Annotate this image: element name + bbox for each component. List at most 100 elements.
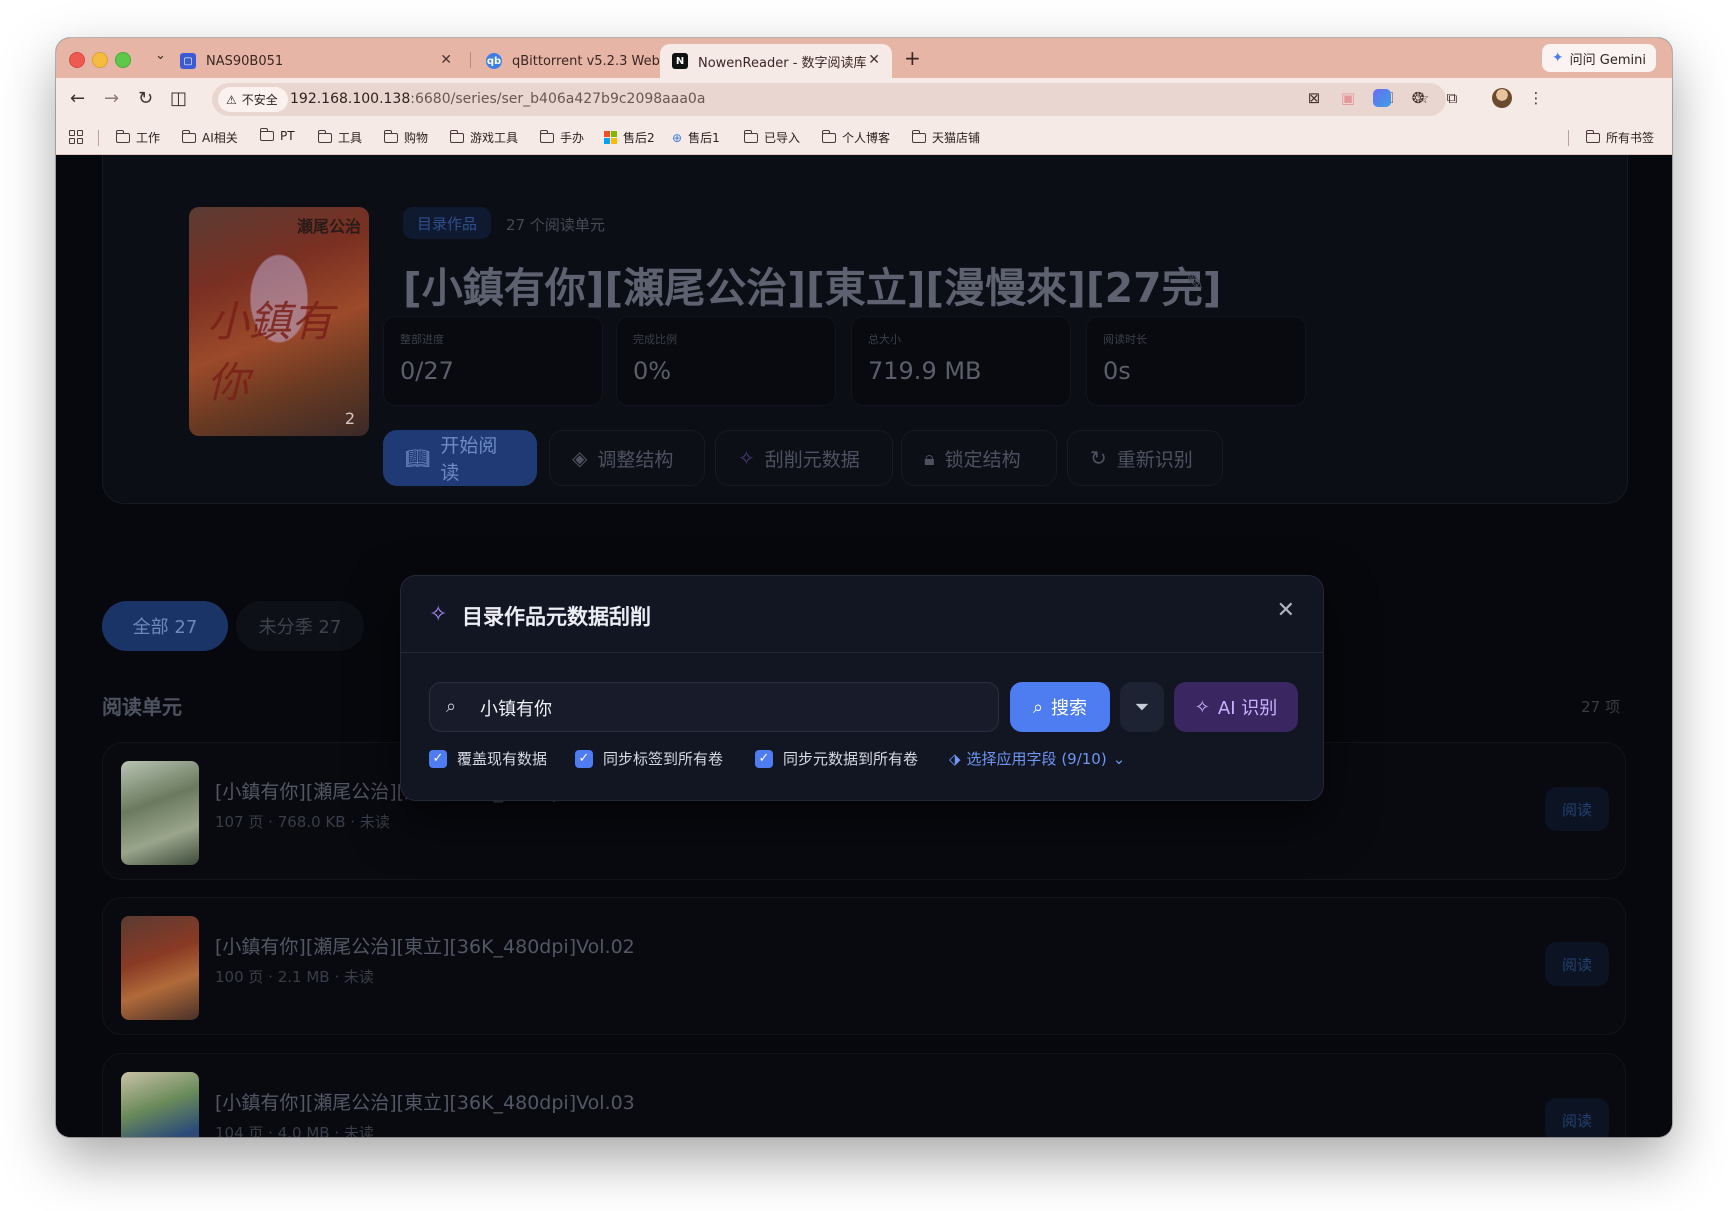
rescan-button[interactable]: ↻ 重新识别 <box>1067 430 1223 486</box>
sparkle-icon: ✧ <box>738 446 755 470</box>
search-icon: ⌕ <box>1032 696 1044 718</box>
close-tab-icon[interactable]: ✕ <box>868 52 880 68</box>
folder-icon <box>317 129 332 143</box>
browser-window: ⌄ ▢ NAS90B051 ✕ qb qBittorrent v5.2.3 We… <box>56 38 1672 1137</box>
site-info-chip[interactable]: ⚠ 不安全 <box>218 87 288 112</box>
read-button[interactable]: 阅读 <box>1545 942 1609 986</box>
volume-thumbnail <box>121 761 199 865</box>
globe-icon: ⊕ <box>672 130 683 145</box>
filter-button[interactable]: ⏷ <box>1120 682 1164 732</box>
adjust-structure-button[interactable]: ◈ 调整结构 <box>549 430 705 486</box>
bookmark-folder[interactable]: 工作 <box>115 129 160 146</box>
tab-label: NowenReader - 数字阅读库 <box>698 55 867 71</box>
openai-icon[interactable]: ❂ <box>1408 88 1428 108</box>
folder-icon <box>821 129 836 143</box>
back-arrow-icon[interactable]: ← <box>70 88 85 109</box>
microsoft-logo-icon <box>604 131 617 144</box>
extension-blue-icon[interactable] <box>1372 88 1392 108</box>
sync-tags-checkbox[interactable]: ✓ 同步标签到所有卷 <box>575 748 723 769</box>
sync-metadata-checkbox[interactable]: ✓ 同步元数据到所有卷 <box>755 748 918 769</box>
folder-icon <box>181 129 196 143</box>
folder-icon <box>259 128 274 141</box>
series-header-card: 瀬尾公治 小鎮有你 2 目录作品 27 个阅读单元 [小鎮有你][瀬尾公治][東… <box>102 155 1628 504</box>
bookmark-folder[interactable]: AI相关 <box>181 129 238 146</box>
units-count-label: 27 个阅读单元 <box>506 216 605 234</box>
apps-grid-icon[interactable] <box>69 130 83 144</box>
all-bookmarks-folder[interactable]: 所有书签 <box>1585 129 1654 146</box>
layers-icon: ◈ <box>572 446 588 470</box>
start-reading-button[interactable]: 📖︎ 开始阅读 <box>383 430 537 486</box>
list-item[interactable]: [小鎮有你][瀬尾公治][東立][36K_480dpi]Vol.02 100 页… <box>102 897 1626 1035</box>
folder-icon <box>1585 129 1600 143</box>
checkbox-checked-icon[interactable]: ✓ <box>755 749 773 768</box>
metadata-scrape-dialog: ✧ 目录作品元数据刮削 ✕ ⌕ ⌕搜索 ⏷ ✧AI 识别 ✓覆盖现有数据 ✓同步… <box>400 575 1324 801</box>
ai-recognize-button[interactable]: ✧ AI 识别 <box>1174 682 1298 732</box>
qbittorrent-favicon-icon: qb <box>486 53 502 69</box>
tab-nas[interactable]: ▢ NAS90B051 ✕ <box>168 44 464 78</box>
address-bar[interactable]: ⚠ 不安全 192.168.100.138:6680/series/ser_b4… <box>212 83 1446 116</box>
extension-pink-icon[interactable]: ▣ <box>1338 88 1358 108</box>
volume-thumbnail <box>121 1072 199 1137</box>
edit-pencil-icon[interactable]: ✎ <box>1186 271 1204 296</box>
bookmark-folder[interactable]: 已导入 <box>743 129 800 146</box>
bookmark-folder[interactable]: 购物 <box>383 129 428 146</box>
bookmark-folder[interactable]: PT <box>259 128 295 143</box>
filter-all-button[interactable]: 全部 27 <box>102 601 228 651</box>
more-menu-icon[interactable]: ⋮ <box>1526 88 1546 108</box>
field-select-dropdown[interactable]: ⬗ 选择应用字段 (9/10) ⌄ <box>949 748 1125 769</box>
folder-icon <box>539 129 554 143</box>
tab-strip: ⌄ ▢ NAS90B051 ✕ qb qBittorrent v5.2.3 We… <box>56 38 1672 78</box>
list-item[interactable]: [小鎮有你][瀬尾公治][東立][36K_480dpi]Vol.03 104 页… <box>102 1053 1626 1137</box>
extension-crossed-icon[interactable]: ⊠ <box>1304 88 1324 108</box>
browser-toolbar: ← → ↻ ◫ ⚠ 不安全 192.168.100.138:6680/serie… <box>56 78 1672 122</box>
filter-unseasoned-button[interactable]: 未分季 27 <box>236 601 364 651</box>
bookmarks-bar: 工作 AI相关 PT 工具 购物 游戏工具 手办 售后2 ⊕ 售后1 已导入 个人… <box>56 122 1672 155</box>
tab-search-chevron-icon[interactable]: ⌄ <box>155 48 166 63</box>
series-type-badge: 目录作品 <box>403 207 492 239</box>
warning-triangle-icon: ⚠ <box>226 92 237 107</box>
bookmark-folder[interactable]: 手办 <box>539 129 584 146</box>
lock-structure-button[interactable]: 🔒︎ 锁定结构 <box>901 430 1057 486</box>
units-item-count: 27 项 <box>1581 698 1620 716</box>
search-input[interactable] <box>478 683 982 733</box>
bookmark-link[interactable]: 售后2 <box>604 129 655 146</box>
new-tab-icon[interactable]: + <box>904 46 921 70</box>
folder-icon <box>383 129 398 143</box>
reload-icon[interactable]: ↻ <box>138 88 153 109</box>
extensions-puzzle-icon[interactable]: ⧉ <box>1442 88 1462 108</box>
close-window-button[interactable] <box>69 52 85 68</box>
stat-completion: 完成比例 0% <box>616 316 836 406</box>
minimize-window-button[interactable] <box>92 52 108 68</box>
search-button[interactable]: ⌕ 搜索 <box>1010 682 1110 732</box>
folder-icon <box>743 129 758 143</box>
overwrite-data-checkbox[interactable]: ✓ 覆盖现有数据 <box>429 748 547 769</box>
search-field[interactable]: ⌕ <box>429 682 999 733</box>
maximize-window-button[interactable] <box>115 52 131 68</box>
bookmark-link[interactable]: ⊕ 售后1 <box>672 129 720 146</box>
chevron-down-icon: ⌄ <box>1112 749 1126 768</box>
split-view-icon[interactable]: ◫ <box>170 88 187 109</box>
sparkle-icon: ✧ <box>429 602 448 627</box>
close-icon[interactable]: ✕ <box>1277 598 1295 623</box>
forward-arrow-icon[interactable]: → <box>104 88 119 109</box>
bookmark-folder[interactable]: 天猫店铺 <box>911 129 980 146</box>
ask-gemini-button[interactable]: ✦ 问问 Gemini <box>1541 44 1656 72</box>
checkbox-checked-icon[interactable]: ✓ <box>575 749 593 768</box>
lock-icon: 🔒︎ <box>924 446 935 470</box>
folder-icon <box>115 129 130 143</box>
scrape-metadata-button[interactable]: ✧ 刮削元数据 <box>715 430 893 486</box>
url-text[interactable]: 192.168.100.138:6680/series/ser_b406a427… <box>290 91 705 107</box>
checkbox-checked-icon[interactable]: ✓ <box>429 749 447 768</box>
read-button[interactable]: 阅读 <box>1545 1098 1609 1137</box>
tag-icon: ⬗ <box>949 749 961 768</box>
bookmark-folder[interactable]: 工具 <box>317 129 362 146</box>
dialog-title: 目录作品元数据刮削 <box>462 605 651 629</box>
bookmark-folder[interactable]: 游戏工具 <box>449 129 518 146</box>
profile-avatar[interactable] <box>1492 88 1512 108</box>
bookmark-folder[interactable]: 个人博客 <box>821 129 890 146</box>
gemini-spark-icon: ✦ <box>1551 50 1564 66</box>
read-button[interactable]: 阅读 <box>1545 787 1609 831</box>
tab-nowenreader[interactable]: N NowenReader - 数字阅读库 ✕ <box>660 44 892 78</box>
series-cover[interactable]: 瀬尾公治 小鎮有你 2 <box>189 207 369 436</box>
close-tab-icon[interactable]: ✕ <box>440 52 452 68</box>
